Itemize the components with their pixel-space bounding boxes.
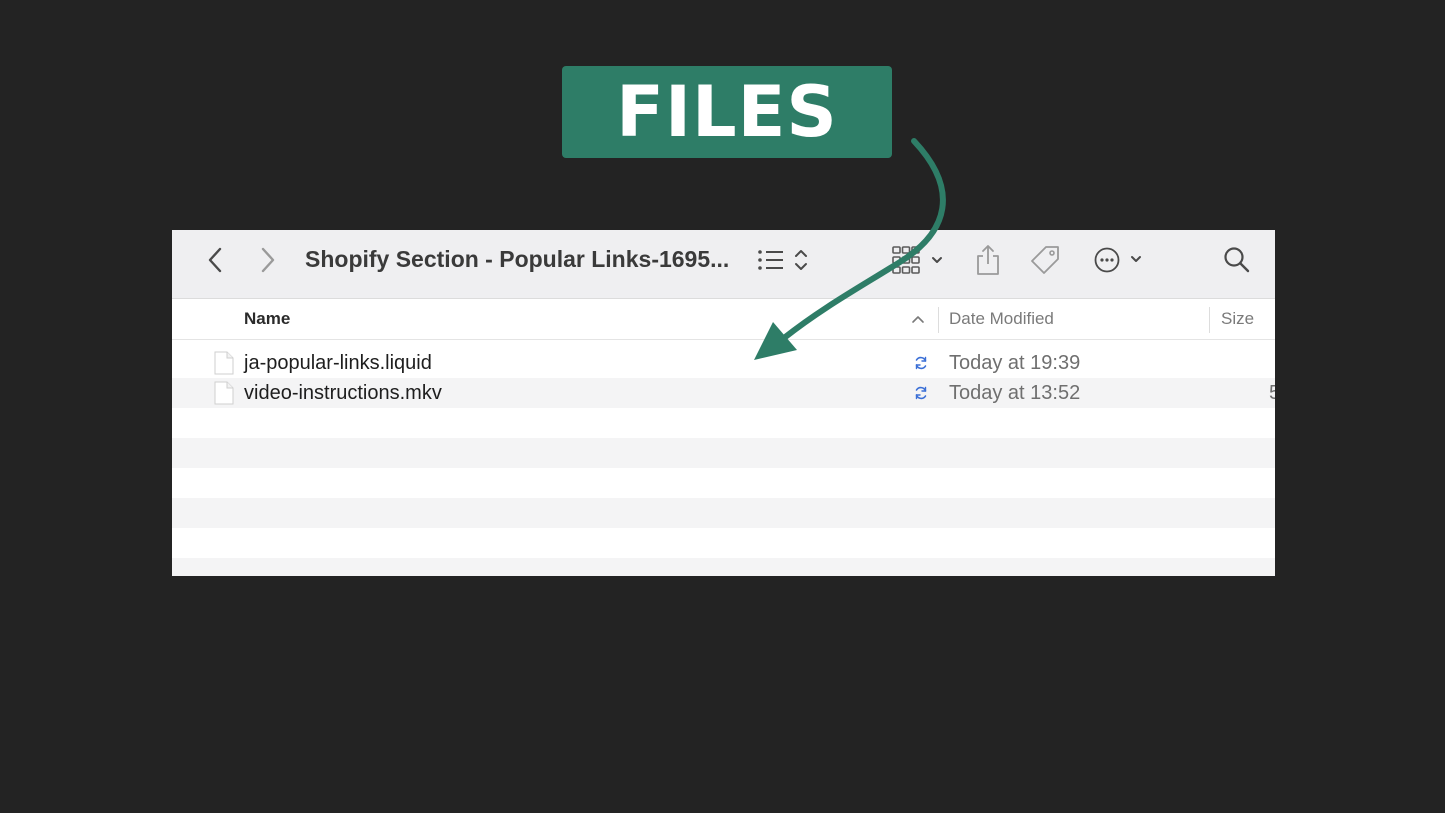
column-divider[interactable]: [1209, 307, 1210, 333]
forward-button[interactable]: [255, 244, 281, 276]
column-date-modified[interactable]: Date Modified: [949, 299, 1054, 339]
empty-row: [172, 528, 1275, 558]
empty-row: [172, 468, 1275, 498]
empty-row: [172, 558, 1275, 576]
file-list: ja-popular-links.liquid Today at 19:39 v…: [172, 348, 1275, 576]
finder-window: Shopify Section - Popular Links-1695...: [172, 230, 1275, 576]
more-actions-button[interactable]: [1093, 244, 1145, 276]
sort-ascending-icon[interactable]: [910, 311, 926, 327]
empty-row: [172, 408, 1275, 438]
window-title: Shopify Section - Popular Links-1695...: [305, 246, 730, 272]
column-header: Name Date Modified Size: [172, 299, 1275, 340]
grid-view-button[interactable]: [891, 244, 947, 276]
search-button[interactable]: [1222, 244, 1252, 276]
document-icon: [214, 381, 234, 405]
sync-icon: [915, 356, 927, 370]
search-icon: [1224, 247, 1250, 273]
empty-row: [172, 438, 1275, 468]
file-size: 5: [1269, 382, 1275, 404]
chevron-right-icon: [261, 247, 275, 273]
file-row[interactable]: video-instructions.mkv Today at 13:52 5: [172, 378, 1275, 408]
file-date: Today at 13:52: [949, 382, 1081, 404]
list-view-icon: [758, 250, 807, 270]
share-button[interactable]: [973, 244, 1003, 276]
back-button[interactable]: [202, 244, 228, 276]
sync-icon: [915, 386, 927, 400]
share-icon: [977, 245, 999, 275]
toolbar: Shopify Section - Popular Links-1695...: [172, 230, 1275, 299]
list-view-button[interactable]: [756, 244, 812, 276]
document-icon: [214, 351, 234, 375]
more-icon: [1094, 247, 1141, 273]
empty-row: [172, 498, 1275, 528]
tag-icon: [1031, 246, 1059, 274]
grid-view-icon: [892, 246, 942, 274]
stage: FILES Shopify Section - Popular Links-16…: [0, 0, 1445, 813]
column-divider[interactable]: [938, 307, 939, 333]
files-callout: FILES: [562, 66, 892, 158]
column-size[interactable]: Size: [1221, 299, 1254, 339]
file-row[interactable]: ja-popular-links.liquid Today at 19:39: [172, 348, 1275, 378]
file-name: ja-popular-links.liquid: [244, 352, 432, 374]
file-name: video-instructions.mkv: [244, 382, 442, 404]
column-name[interactable]: Name: [244, 299, 290, 339]
tag-button[interactable]: [1029, 244, 1061, 276]
callout-label: FILES: [616, 71, 838, 153]
chevron-left-icon: [208, 247, 222, 273]
file-date: Today at 19:39: [949, 352, 1081, 374]
